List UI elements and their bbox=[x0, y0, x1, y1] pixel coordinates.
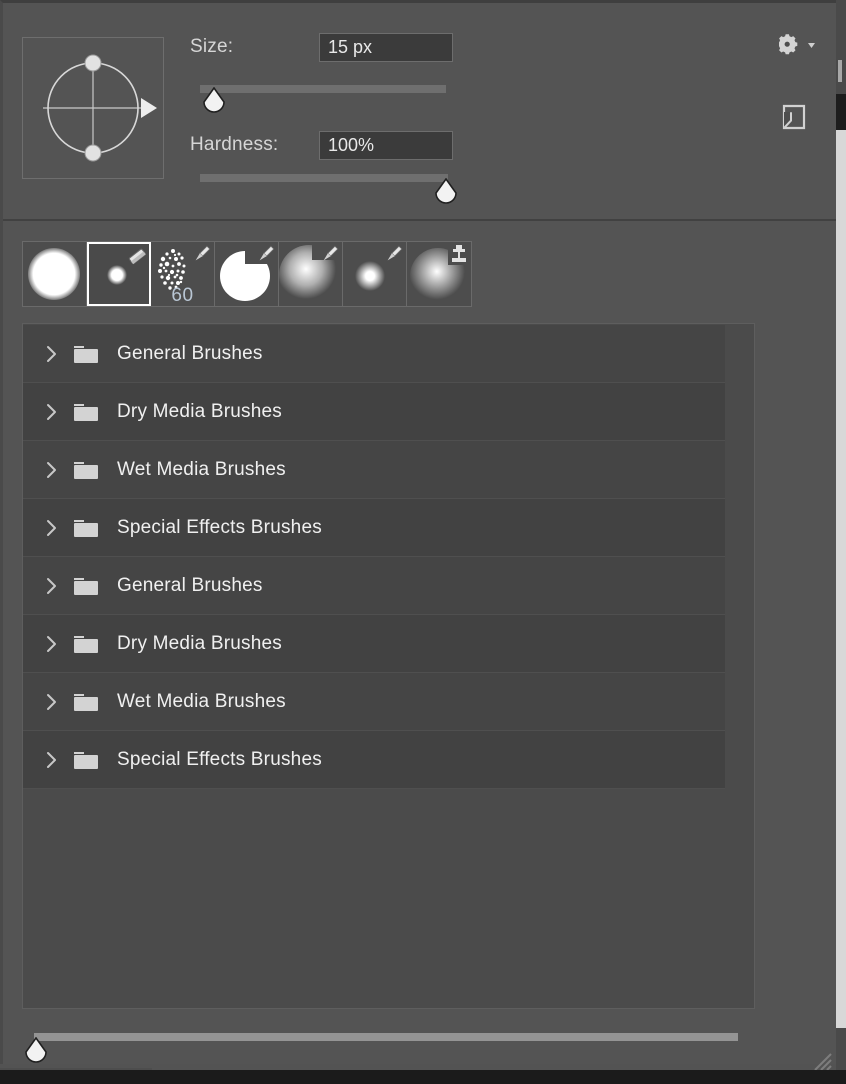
brush-folder-label: Dry Media Brushes bbox=[117, 400, 282, 422]
chevron-right-icon[interactable] bbox=[39, 577, 65, 595]
folder-icon bbox=[71, 632, 105, 656]
brush-folder-rows: General Brushes Dry Media Brushes Wet Me… bbox=[23, 325, 725, 789]
folder-icon bbox=[71, 400, 105, 424]
slider-teardrop-icon bbox=[435, 177, 457, 204]
folder-icon bbox=[71, 458, 105, 482]
size-label: Size: bbox=[190, 36, 234, 57]
brush-folder-row[interactable]: General Brushes bbox=[23, 557, 725, 615]
panel-resize-grip[interactable] bbox=[809, 1052, 833, 1072]
brush-folder-row[interactable]: Special Effects Brushes bbox=[23, 731, 725, 789]
brush-icon bbox=[255, 243, 277, 265]
brush-tip-angle-preview-icon bbox=[43, 54, 157, 162]
brush-tip-preview[interactable] bbox=[22, 37, 164, 179]
brush-folder-label: Wet Media Brushes bbox=[117, 690, 286, 712]
thumbnail-size-slider-track[interactable] bbox=[34, 1033, 738, 1041]
right-tab-marker bbox=[838, 60, 842, 82]
eraser-icon bbox=[126, 245, 148, 267]
folder-icon bbox=[71, 574, 105, 598]
brush-icon bbox=[319, 243, 341, 265]
brush-thumbnail[interactable] bbox=[343, 242, 407, 306]
brush-folder-label: Dry Media Brushes bbox=[117, 632, 282, 654]
brush-thumbnail[interactable] bbox=[407, 242, 471, 306]
brush-preset-panel: Size: Hardness: bbox=[0, 0, 836, 1071]
gear-icon bbox=[777, 34, 815, 55]
chevron-right-icon[interactable] bbox=[39, 693, 65, 711]
section-divider bbox=[3, 219, 836, 221]
new-brush-preset-icon bbox=[782, 104, 806, 130]
clone-stamp-icon bbox=[448, 243, 470, 265]
chevron-right-icon[interactable] bbox=[39, 635, 65, 653]
chevron-right-icon[interactable] bbox=[39, 751, 65, 769]
chevron-right-icon[interactable] bbox=[39, 461, 65, 479]
thumbnail-size-slider-handle[interactable] bbox=[23, 1036, 49, 1063]
brush-size-badge: 60 bbox=[171, 285, 194, 306]
brush-folder-label: Wet Media Brushes bbox=[117, 458, 286, 480]
size-slider-handle[interactable] bbox=[201, 86, 227, 113]
brush-folder-row[interactable]: General Brushes bbox=[23, 325, 725, 383]
brush-thumbnail[interactable] bbox=[23, 242, 87, 306]
chevron-right-icon[interactable] bbox=[39, 519, 65, 537]
resize-grip-icon bbox=[814, 1053, 832, 1071]
brush-folder-label: Special Effects Brushes bbox=[117, 516, 322, 538]
chevron-right-icon[interactable] bbox=[39, 403, 65, 421]
chevron-right-icon[interactable] bbox=[39, 345, 65, 363]
brush-icon bbox=[383, 243, 405, 265]
brush-icon bbox=[191, 243, 213, 265]
slider-teardrop-icon bbox=[25, 1036, 47, 1063]
photoshop-brush-preset-picker: Size: Hardness: bbox=[0, 0, 846, 1084]
folder-icon bbox=[71, 690, 105, 714]
hard-round-brush-icon bbox=[28, 248, 80, 300]
brush-thumbnail[interactable]: 60 bbox=[151, 242, 215, 306]
brush-thumbnail-selected[interactable] bbox=[87, 242, 151, 306]
hardness-slider-handle[interactable] bbox=[433, 177, 459, 204]
brush-folder-row[interactable]: Dry Media Brushes bbox=[23, 615, 725, 673]
brush-folder-list[interactable]: General Brushes Dry Media Brushes Wet Me… bbox=[22, 323, 755, 1009]
brush-folder-row[interactable]: Wet Media Brushes bbox=[23, 673, 725, 731]
brush-settings-section: Size: Hardness: bbox=[3, 3, 836, 217]
brush-thumbnail[interactable] bbox=[215, 242, 279, 306]
size-slider-track[interactable] bbox=[200, 85, 446, 93]
brush-folder-label: Special Effects Brushes bbox=[117, 748, 322, 770]
folder-icon bbox=[71, 342, 105, 366]
brush-folder-label: General Brushes bbox=[117, 342, 263, 364]
hardness-label: Hardness: bbox=[190, 134, 279, 155]
hardness-slider-track[interactable] bbox=[200, 174, 448, 182]
folder-icon bbox=[71, 748, 105, 772]
bottom-chrome-strip bbox=[0, 1070, 846, 1084]
create-new-brush-preset-button[interactable] bbox=[782, 104, 806, 130]
brush-folder-row[interactable]: Wet Media Brushes bbox=[23, 441, 725, 499]
panel-options-button[interactable] bbox=[777, 33, 817, 59]
brush-folder-row[interactable]: Special Effects Brushes bbox=[23, 499, 725, 557]
brush-thumbnail[interactable] bbox=[279, 242, 343, 306]
size-input[interactable] bbox=[319, 33, 453, 62]
brush-thumbnail-strip: 60 bbox=[22, 241, 472, 307]
slider-teardrop-icon bbox=[203, 86, 225, 113]
brush-folder-row[interactable]: Dry Media Brushes bbox=[23, 383, 725, 441]
folder-icon bbox=[71, 516, 105, 540]
hardness-input[interactable] bbox=[319, 131, 453, 160]
brush-folder-label: General Brushes bbox=[117, 574, 263, 596]
right-canvas-edge bbox=[836, 128, 846, 1028]
